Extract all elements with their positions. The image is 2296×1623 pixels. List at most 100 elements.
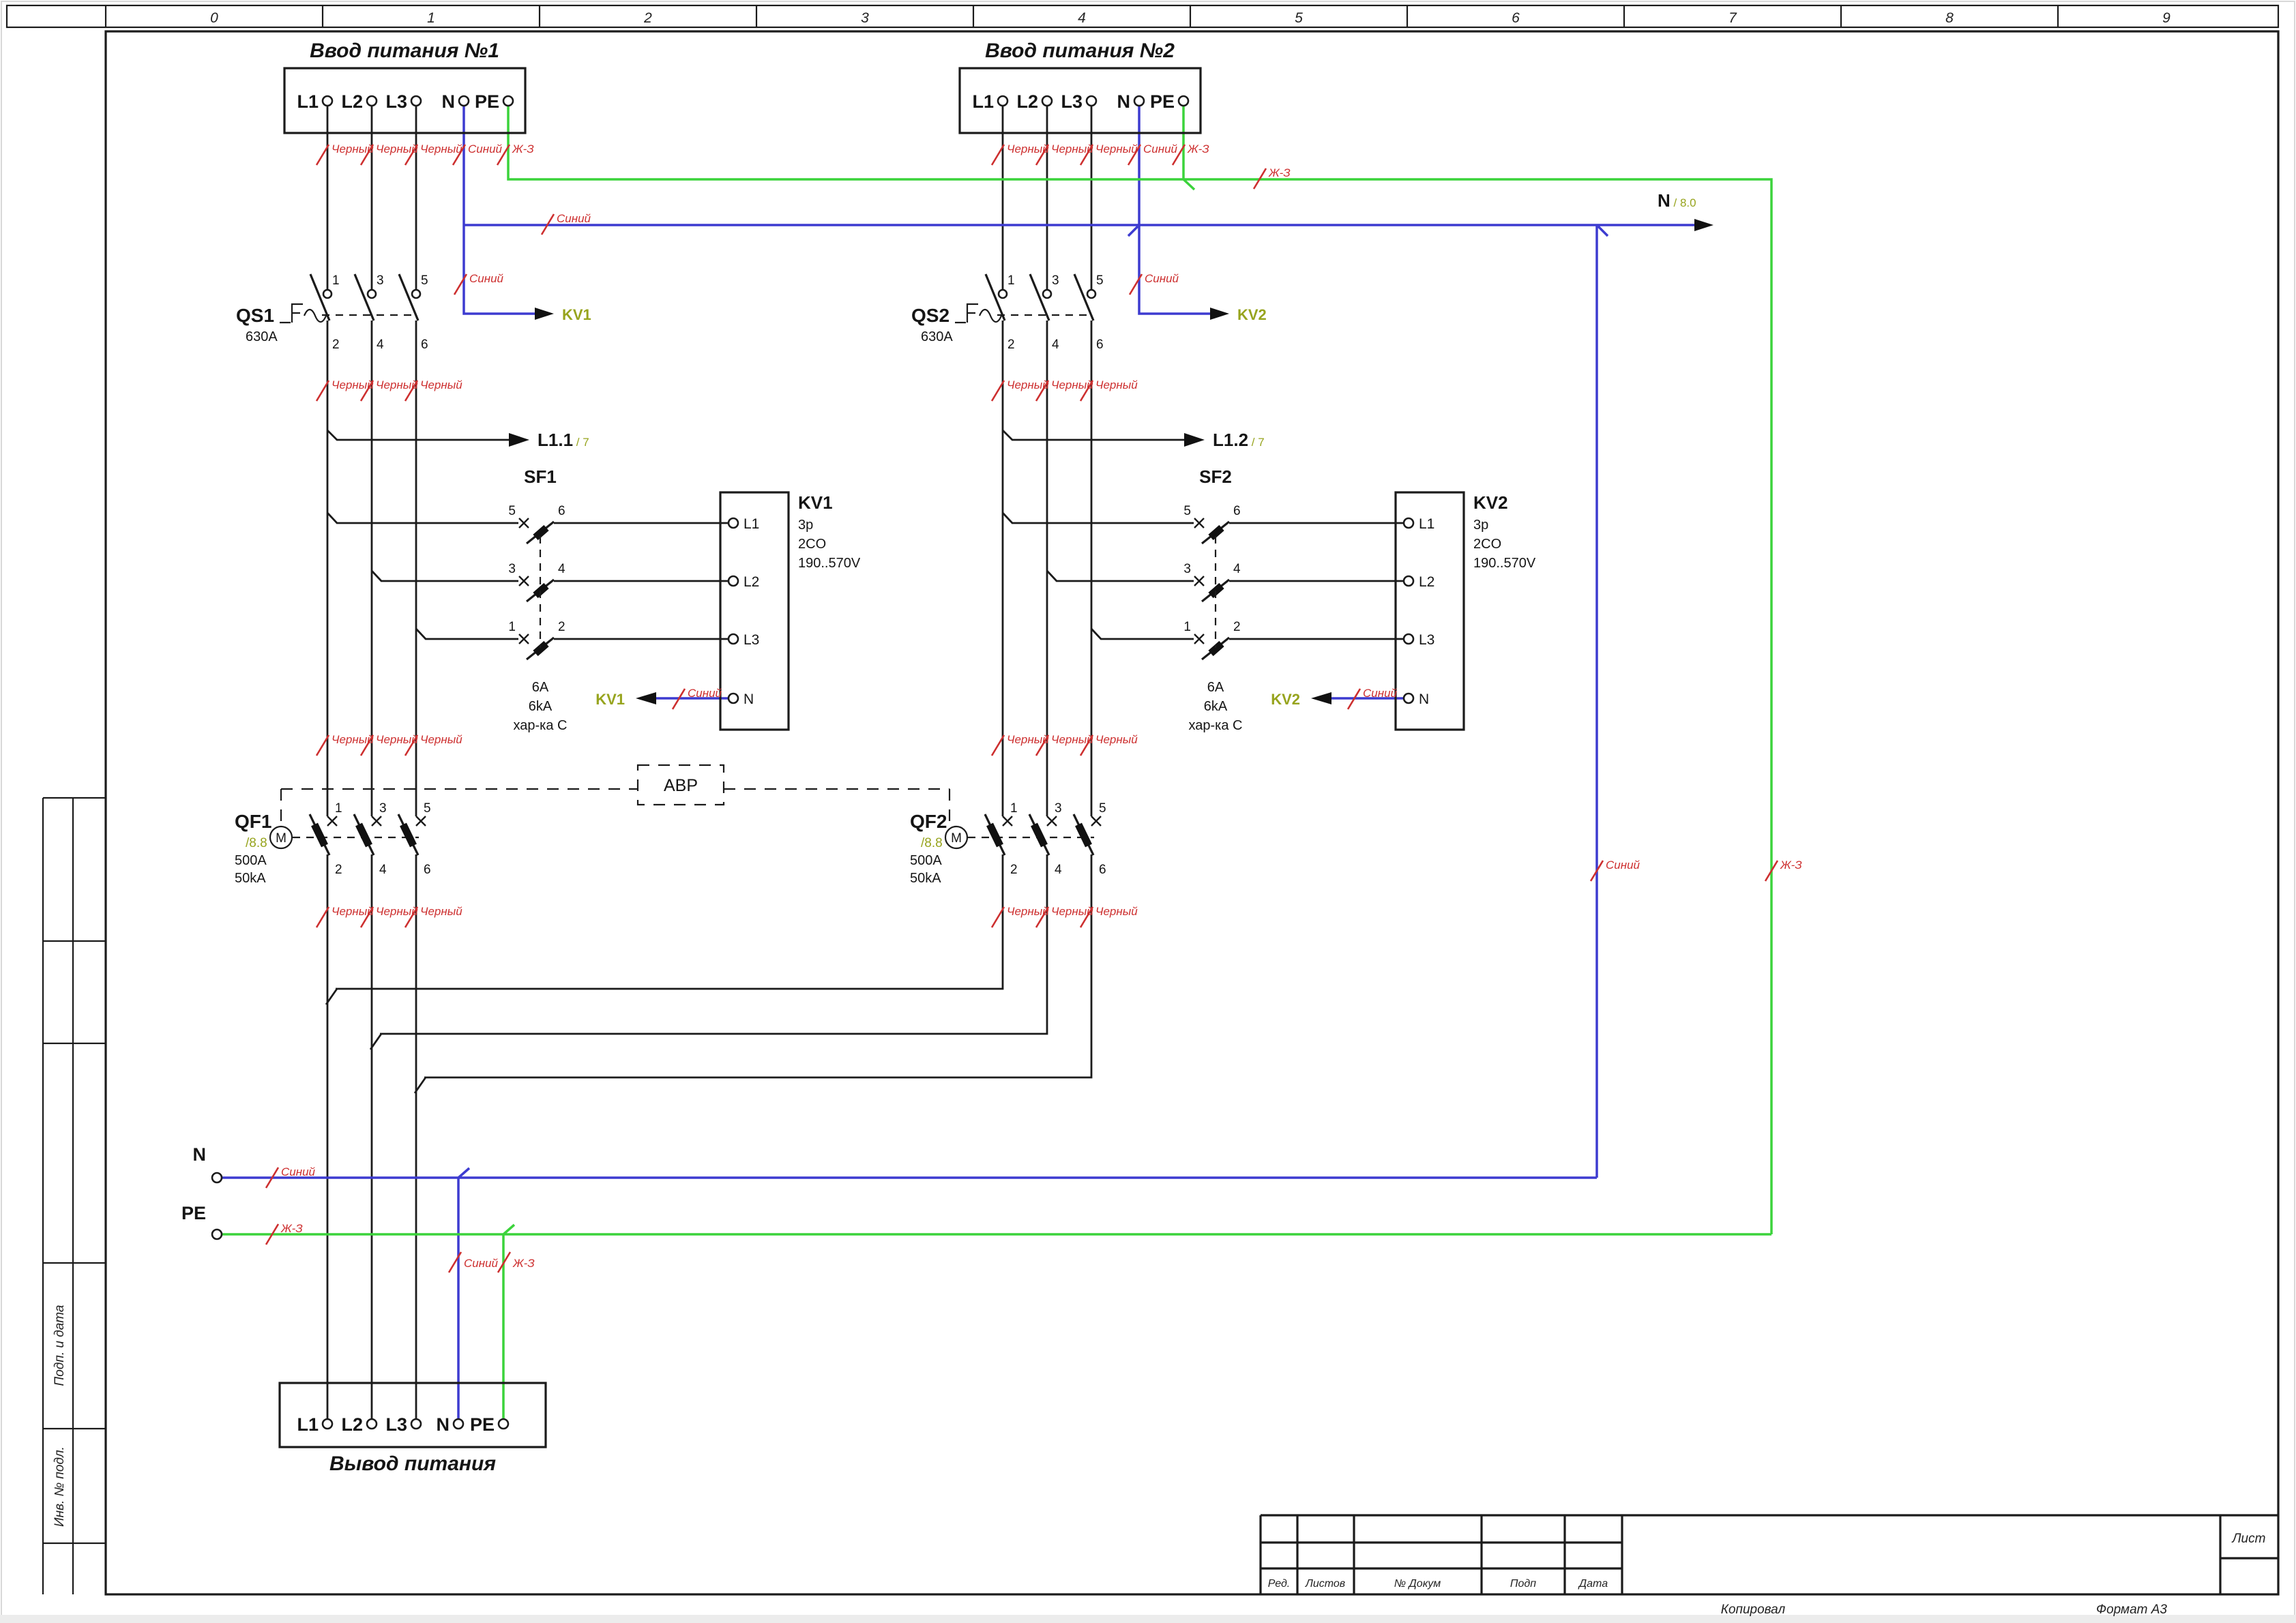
pin-number: 5	[1183, 504, 1191, 518]
pin-number: 6	[558, 504, 565, 518]
terminal	[366, 1418, 378, 1430]
qf1-icu: 50kA	[235, 871, 266, 886]
kv2-spec: 190..570V	[1473, 556, 1536, 571]
wire-color-label: Синий	[557, 212, 591, 225]
kv1-spec: 3p	[798, 518, 813, 533]
page-edge	[1, 1, 2295, 1622]
terminal	[1402, 517, 1415, 529]
input1-title: Ввод питания №1	[310, 40, 499, 62]
kv2-name: KV2	[1473, 492, 1508, 513]
pin-number: 3	[1183, 562, 1191, 576]
wire-color-label: Синий	[469, 272, 504, 285]
ruler-number: 8	[1945, 10, 1954, 26]
terminal	[1041, 95, 1053, 107]
input2-title: Ввод питания №2	[985, 40, 1175, 62]
terminal-label: PE	[475, 91, 499, 112]
scan-strip	[0, 1615, 2296, 1623]
terminal	[502, 95, 514, 107]
kv2-coil-ref: KV2	[1237, 306, 1267, 323]
pin-number: 6	[424, 863, 431, 877]
pin-number: 1	[1007, 273, 1015, 288]
terminal	[321, 1418, 334, 1430]
terminal-label: N	[1117, 91, 1131, 112]
terminal	[1133, 95, 1145, 107]
pin-number: 3	[379, 801, 387, 816]
qf2-rating: 500A	[910, 853, 942, 868]
stamp-label-podp-data: Подп. и дата	[53, 1305, 67, 1386]
wire-color-label: Синий	[1363, 687, 1398, 700]
qs2-name: QS2	[911, 305, 950, 326]
kv1-coil-ref: KV1	[562, 306, 591, 323]
pin-number: 1	[1183, 620, 1191, 634]
terminal	[366, 95, 378, 107]
titleblock-col: № Докум	[1394, 1578, 1441, 1590]
pin-number: 1	[1010, 801, 1018, 816]
terminal-label: L1	[297, 1414, 319, 1435]
terminal-label: N	[437, 1414, 450, 1435]
kv1-terminal-label: L2	[744, 574, 759, 590]
terminal	[727, 633, 739, 645]
terminal-label: PE	[1150, 91, 1175, 112]
terminal-label: L1	[297, 91, 319, 112]
titleblock-col: Ред.	[1268, 1578, 1291, 1590]
terminal-label: N	[442, 91, 456, 112]
ruler-number: 1	[427, 10, 435, 26]
ruler-number: 2	[643, 10, 652, 26]
wire-color-label: Ж-З	[1187, 143, 1209, 155]
terminal-label: PE	[470, 1414, 495, 1435]
terminal	[1402, 633, 1415, 645]
pin-number: 5	[424, 801, 431, 816]
output-title: Вывод питания	[329, 1453, 496, 1475]
terminal	[1402, 692, 1415, 704]
terminal-label: L3	[385, 1414, 407, 1435]
schematic-canvas: 0 1 2 3 4 5 6 7 8 9 Подп. и дата Инв. № …	[0, 1, 2296, 1623]
feeder-sheet-ref: / 7	[1248, 436, 1265, 449]
sf2-spec: хар-ка С	[1189, 718, 1243, 733]
wire-color-label: Синий	[468, 143, 503, 155]
pin-number: 3	[508, 562, 516, 576]
n-bus-sheet-ref: / 8.0	[1671, 196, 1696, 209]
wire-color-label: Ж-З	[280, 1222, 303, 1235]
pin-number: 1	[335, 801, 342, 816]
pin-number: 4	[1233, 562, 1241, 576]
terminal-label: L3	[1061, 91, 1083, 112]
pe-stub-label: PE	[181, 1203, 206, 1223]
terminal	[1177, 95, 1190, 107]
terminal	[727, 575, 739, 587]
kv1-name: KV1	[798, 492, 833, 513]
qf2-icu: 50kA	[910, 871, 941, 886]
wire-color-label: Синий	[464, 1257, 499, 1270]
kv1-coil-ref: KV1	[595, 691, 625, 708]
terminal	[321, 95, 334, 107]
kv2-spec: 2CO	[1473, 537, 1501, 552]
ruler-number: 4	[1078, 10, 1086, 26]
pin-number: 2	[332, 338, 340, 352]
sf2-spec: 6kA	[1204, 699, 1228, 714]
wire-color-label: Ж-З	[512, 1257, 535, 1270]
pin-number: 4	[1055, 863, 1062, 877]
sf1-spec: 6kA	[529, 699, 553, 714]
contact-terminal	[1086, 288, 1097, 299]
contact-terminal	[411, 288, 422, 299]
terminal	[452, 1418, 465, 1430]
terminal-label: L2	[341, 1414, 363, 1435]
wire-color-label: Синий	[1143, 143, 1178, 155]
terminal	[410, 1418, 422, 1430]
sf1-spec: хар-ка С	[514, 718, 568, 733]
kv2-terminal-label: L3	[1419, 632, 1434, 648]
qs1-name: QS1	[236, 305, 274, 326]
terminal	[497, 1418, 510, 1430]
pin-number: 6	[421, 338, 428, 352]
kv2-terminal-label: L1	[1419, 516, 1434, 532]
kv1-terminal-label: L3	[744, 632, 759, 648]
pin-number: 2	[335, 863, 342, 877]
motor-letter: M	[276, 831, 286, 846]
qf2-sheet-ref: /8.8	[921, 836, 943, 850]
sheet-label: Лист	[2231, 1532, 2266, 1546]
qs2-rating: 630A	[921, 329, 953, 344]
wire-color-label: Черный	[420, 733, 462, 746]
terminal-label: L3	[385, 91, 407, 112]
feeder-label: L1.1	[538, 430, 573, 450]
qf2-name: QF2	[910, 811, 947, 832]
copied-label: Копировал	[1721, 1603, 1786, 1617]
